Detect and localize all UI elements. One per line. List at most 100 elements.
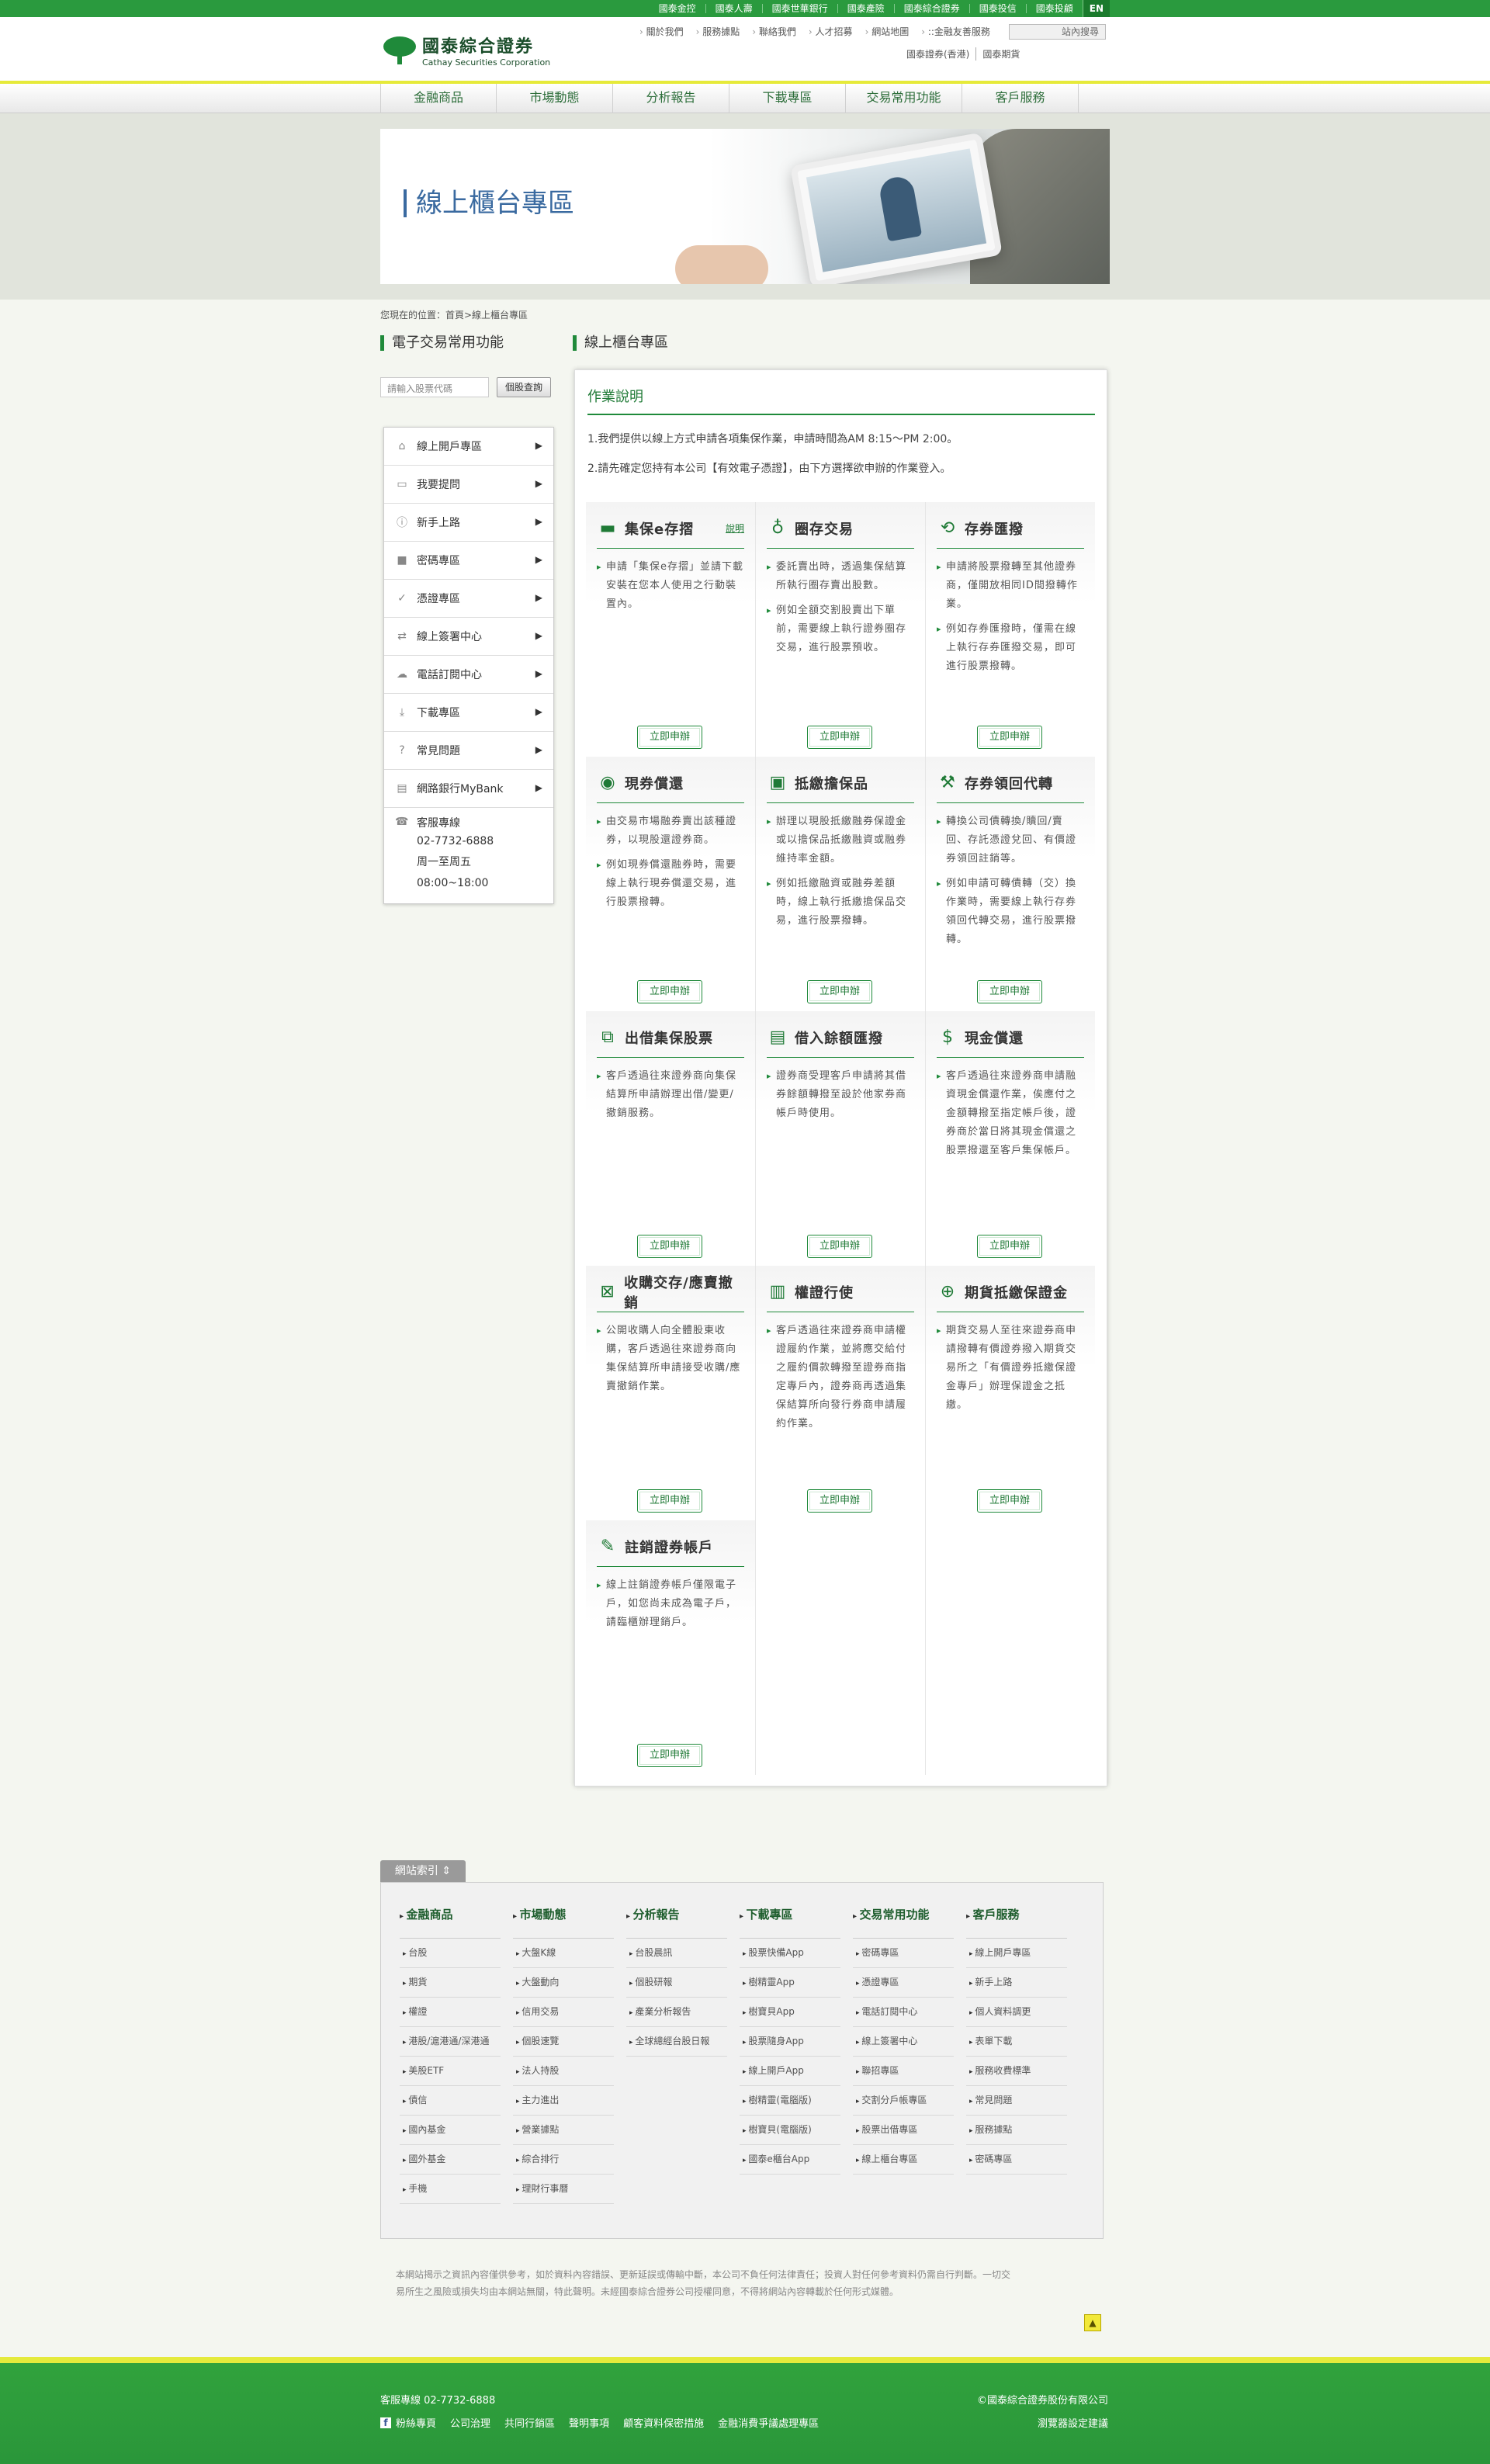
- sitemap-link[interactable]: 樹精靈App: [740, 1968, 840, 1998]
- sitemap-link[interactable]: 線上櫃台專區: [853, 2145, 954, 2175]
- sitemap-link[interactable]: 理財行事曆: [513, 2175, 614, 2204]
- sitemap-link[interactable]: 產業分析報告: [626, 1998, 727, 2027]
- apply-button[interactable]: 立即申辦: [977, 1235, 1042, 1258]
- sidebar-item-online-account[interactable]: ⌂ 線上開戶專區 ▶: [384, 428, 553, 466]
- back-to-top-button[interactable]: ▲: [1084, 2314, 1101, 2331]
- sitemap-link[interactable]: 線上開戶專區: [966, 1939, 1067, 1968]
- sidebar-item-ask[interactable]: ▭ 我要提問 ▶: [384, 466, 553, 504]
- sidebar-item-mybank[interactable]: ▤ 網路銀行MyBank ▶: [384, 770, 553, 808]
- sidebar-item-subscription[interactable]: ☁ 電話訂閱中心 ▶: [384, 656, 553, 694]
- sidebar-item-beginner[interactable]: ⓘ 新手上路 ▶: [384, 504, 553, 542]
- sitemap-link[interactable]: 表單下載: [966, 2027, 1067, 2057]
- sitemap-link[interactable]: 全球總經台股日報: [626, 2027, 727, 2057]
- sitemap-link[interactable]: 大盤動向: [513, 1968, 614, 1998]
- link-contact[interactable]: 聯絡我們: [746, 25, 802, 38]
- sitemap-link[interactable]: 主力進出: [513, 2086, 614, 2116]
- sitemap-link[interactable]: 港股/滬港通/深港通: [400, 2027, 501, 2057]
- stock-code-input[interactable]: 請輸入股票代碼: [380, 377, 489, 397]
- apply-button[interactable]: 立即申辦: [637, 726, 702, 749]
- sitemap-link[interactable]: 國內基金: [400, 2116, 501, 2145]
- group-link-cathay-life[interactable]: 國泰人壽: [705, 4, 762, 13]
- group-link-cathay-consulting[interactable]: 國泰投顧: [1025, 4, 1083, 13]
- sitemap-link[interactable]: 密碼專區: [853, 1939, 954, 1968]
- sitemap-link[interactable]: 線上簽署中心: [853, 2027, 954, 2057]
- footer-link-dispute[interactable]: 金融消費爭議處理專區: [718, 2415, 833, 2430]
- sitemap-link[interactable]: 國泰e櫃台App: [740, 2145, 840, 2175]
- footer-link-statement[interactable]: 聲明事項: [569, 2415, 623, 2430]
- apply-button[interactable]: 立即申辦: [637, 1744, 702, 1767]
- group-link-cathay-sitc[interactable]: 國泰投信: [968, 4, 1026, 13]
- apply-button[interactable]: 立即申辦: [977, 1489, 1042, 1513]
- language-en-button[interactable]: EN: [1082, 0, 1110, 17]
- group-link-cathay-securities[interactable]: 國泰綜合證券: [893, 4, 969, 13]
- sitemap-link[interactable]: 樹精靈(電腦版): [740, 2086, 840, 2116]
- sitemap-heading[interactable]: 市場動態: [513, 1906, 614, 1939]
- sitemap-link[interactable]: 營業據點: [513, 2116, 614, 2145]
- link-careers[interactable]: 人才招募: [802, 25, 859, 38]
- nav-analysis-reports[interactable]: 分析報告: [613, 84, 729, 113]
- sitemap-link[interactable]: 個股研報: [626, 1968, 727, 1998]
- sitemap-heading[interactable]: 金融商品: [400, 1906, 501, 1939]
- sidebar-item-password[interactable]: ■ 密碼專區 ▶: [384, 542, 553, 580]
- logo[interactable]: 國泰綜合證券 Cathay Securities Corporation: [380, 33, 550, 68]
- sitemap-link[interactable]: 大盤K線: [513, 1939, 614, 1968]
- nav-market-news[interactable]: 市場動態: [497, 84, 613, 113]
- sitemap-link[interactable]: 美股ETF: [400, 2057, 501, 2086]
- sitemap-link[interactable]: 密碼專區: [966, 2145, 1067, 2175]
- link-sitemap[interactable]: 網站地圖: [859, 25, 916, 38]
- link-cathay-futures[interactable]: 國泰期貨: [975, 47, 1026, 61]
- sitemap-link[interactable]: 新手上路: [966, 1968, 1067, 1998]
- browser-settings-link[interactable]: 瀏覽器設定建議: [1038, 2415, 1108, 2430]
- apply-button[interactable]: 立即申辦: [637, 1235, 702, 1258]
- apply-button[interactable]: 立即申辦: [807, 1489, 872, 1513]
- sitemap-link[interactable]: 個股速覽: [513, 2027, 614, 2057]
- sitemap-link[interactable]: 服務收費標準: [966, 2057, 1067, 2086]
- sitemap-link[interactable]: 股票快備App: [740, 1939, 840, 1968]
- sitemap-link[interactable]: 權證: [400, 1998, 501, 2027]
- apply-button[interactable]: 立即申辦: [977, 980, 1042, 1003]
- footer-link-co-marketing[interactable]: 共同行銷區: [504, 2415, 569, 2430]
- footer-link-governance[interactable]: 公司治理: [450, 2415, 504, 2430]
- sitemap-link[interactable]: 樹寶貝(電腦版): [740, 2116, 840, 2145]
- nav-downloads[interactable]: 下載專區: [729, 84, 846, 113]
- sitemap-heading[interactable]: 分析報告: [626, 1906, 727, 1939]
- apply-button[interactable]: 立即申辦: [637, 980, 702, 1003]
- sitemap-link[interactable]: 台股晨訊: [626, 1939, 727, 1968]
- sitemap-link[interactable]: 綜合排行: [513, 2145, 614, 2175]
- sitemap-heading[interactable]: 下載專區: [740, 1906, 840, 1939]
- group-link-cathay-insurance[interactable]: 國泰產險: [837, 4, 894, 13]
- nav-trading-functions[interactable]: 交易常用功能: [846, 84, 962, 113]
- nav-financial-products[interactable]: 金融商品: [380, 84, 497, 113]
- sidebar-item-faq[interactable]: ? 常見問題 ▶: [384, 732, 553, 770]
- sitemap-heading[interactable]: 客戶服務: [966, 1906, 1067, 1939]
- apply-button[interactable]: 立即申辦: [807, 726, 872, 749]
- footer-link-privacy[interactable]: 顧客資料保密措施: [623, 2415, 718, 2430]
- sidebar-item-signing[interactable]: ⇄ 線上簽署中心 ▶: [384, 618, 553, 656]
- apply-button[interactable]: 立即申辦: [807, 980, 872, 1003]
- sitemap-link[interactable]: 樹寶貝App: [740, 1998, 840, 2027]
- sitemap-link[interactable]: 常見問題: [966, 2086, 1067, 2116]
- link-about[interactable]: 關於我們: [633, 25, 690, 38]
- sitemap-link[interactable]: 憑證專區: [853, 1968, 954, 1998]
- apply-button[interactable]: 立即申辦: [807, 1235, 872, 1258]
- sitemap-tab[interactable]: 網站索引 ⇕: [380, 1860, 466, 1882]
- group-link-cathay-bank[interactable]: 國泰世華銀行: [761, 4, 837, 13]
- sitemap-link[interactable]: 台股: [400, 1939, 501, 1968]
- sitemap-link[interactable]: 個人資料調更: [966, 1998, 1067, 2027]
- sitemap-link[interactable]: 交割分戶帳專區: [853, 2086, 954, 2116]
- sitemap-link[interactable]: 法人持股: [513, 2057, 614, 2086]
- apply-button[interactable]: 立即申辦: [977, 726, 1042, 749]
- apply-button[interactable]: 立即申辦: [637, 1489, 702, 1513]
- group-link-cathay-holdings[interactable]: 國泰金控: [650, 4, 705, 13]
- site-search-input[interactable]: 站內搜尋: [1009, 24, 1106, 40]
- link-cathay-hk[interactable]: 國泰證券(香港): [900, 47, 975, 61]
- sitemap-link[interactable]: 股票出借專區: [853, 2116, 954, 2145]
- footer-link-fanpage[interactable]: 粉絲專頁: [396, 2415, 450, 2430]
- sidebar-item-download[interactable]: ⤓ 下載專區 ▶: [384, 694, 553, 732]
- sitemap-link[interactable]: 手機: [400, 2175, 501, 2204]
- explain-link[interactable]: 說明: [726, 522, 744, 535]
- link-friendly-service[interactable]: ::金融友善服務: [915, 25, 996, 38]
- sitemap-link[interactable]: 聯招專區: [853, 2057, 954, 2086]
- sitemap-link[interactable]: 股票隨身App: [740, 2027, 840, 2057]
- sitemap-link[interactable]: 服務據點: [966, 2116, 1067, 2145]
